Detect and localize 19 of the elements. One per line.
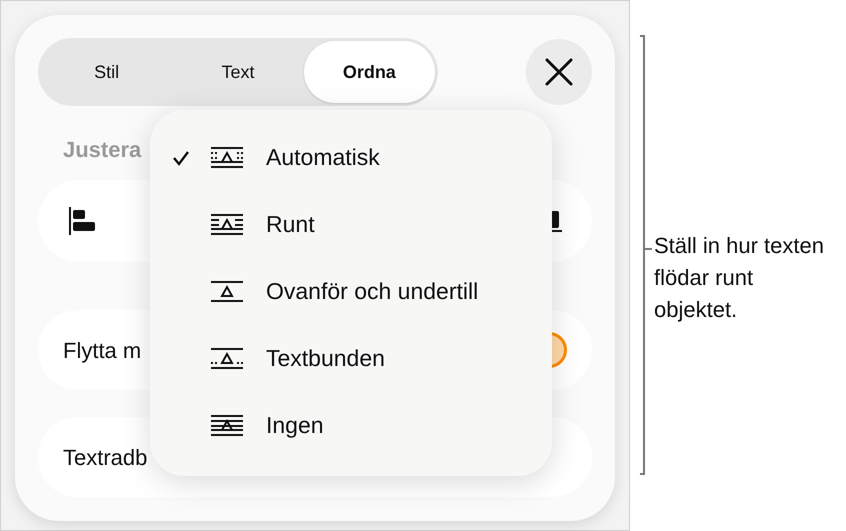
menu-item[interactable]: Ingen [150, 392, 552, 459]
callout-text: Ställ in hur texten flödar runt objektet. [654, 232, 825, 324]
text-wrap-icon [210, 212, 244, 237]
menu-item[interactable]: Ovanför och undertill [150, 258, 552, 325]
menu-item[interactable]: Runt [150, 191, 552, 258]
align-left-icon [68, 206, 98, 236]
menu-item[interactable]: Textbunden [150, 325, 552, 392]
tab[interactable]: Text [172, 41, 304, 103]
text-wrap-icon [210, 279, 244, 304]
menu-item[interactable]: Automatisk [150, 124, 552, 191]
text-wrap-icon [210, 346, 244, 371]
close-icon [545, 58, 573, 86]
text-wrap-icon [210, 413, 244, 438]
tab[interactable]: Stil [41, 41, 172, 103]
tab[interactable]: Ordna [304, 41, 435, 103]
setting-label: Textradb [63, 444, 148, 472]
text-wrap-icon [210, 145, 244, 170]
setting-label: Flytta m [63, 336, 142, 365]
section-label: Justera [63, 137, 142, 162]
